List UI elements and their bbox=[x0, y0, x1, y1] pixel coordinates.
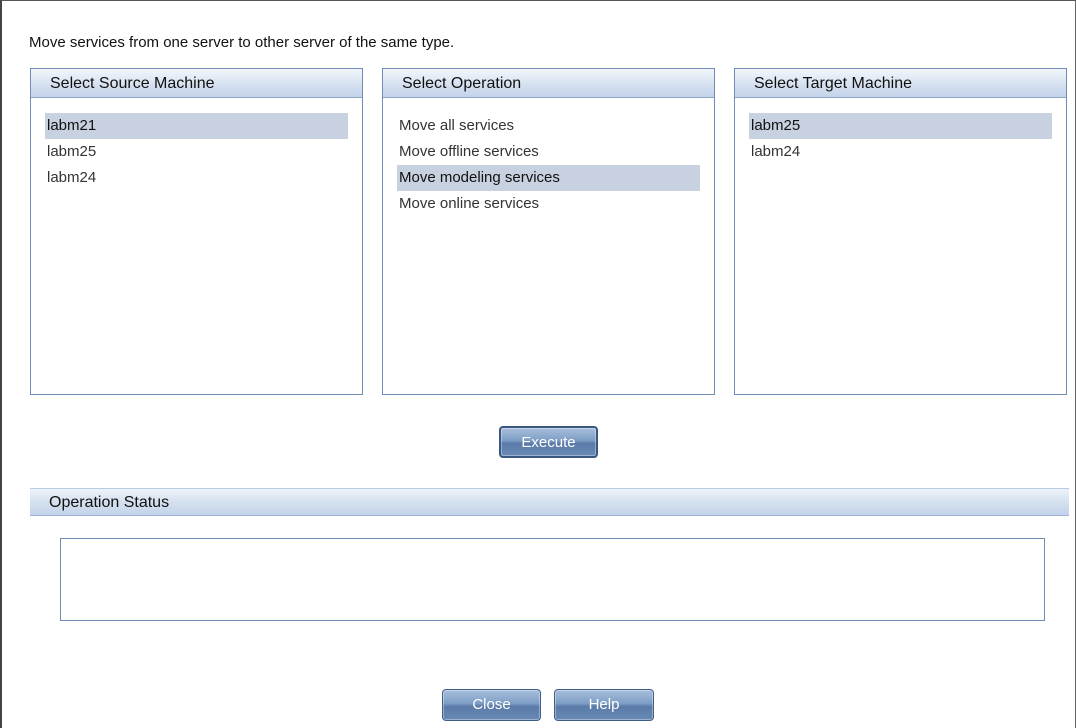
operation-header: Select Operation bbox=[383, 69, 714, 98]
source-machine-panel: Select Source Machine labm21 labm25 labm… bbox=[30, 68, 363, 395]
source-machine-list[interactable]: labm21 labm25 labm24 bbox=[31, 98, 362, 191]
source-machine-item[interactable]: labm21 bbox=[45, 113, 348, 139]
close-button[interactable]: Close bbox=[442, 689, 541, 721]
description-text: Move services from one server to other s… bbox=[29, 34, 455, 51]
operation-status-header: Operation Status bbox=[30, 488, 1069, 516]
operation-status-box bbox=[60, 538, 1045, 621]
operation-item[interactable]: Move all services bbox=[397, 113, 700, 139]
execute-button[interactable]: Execute bbox=[499, 426, 598, 458]
operation-list[interactable]: Move all services Move offline services … bbox=[383, 98, 714, 217]
help-button[interactable]: Help bbox=[554, 689, 654, 721]
operation-item[interactable]: Move modeling services bbox=[397, 165, 700, 191]
operation-item[interactable]: Move offline services bbox=[397, 139, 700, 165]
target-machine-item[interactable]: labm24 bbox=[749, 139, 1052, 165]
source-machine-item[interactable]: labm24 bbox=[45, 165, 348, 191]
operation-item[interactable]: Move online services bbox=[397, 191, 700, 217]
target-machine-panel: Select Target Machine labm25 labm24 bbox=[734, 68, 1067, 395]
target-machine-item[interactable]: labm25 bbox=[749, 113, 1052, 139]
target-machine-list[interactable]: labm25 labm24 bbox=[735, 98, 1066, 165]
source-machine-header: Select Source Machine bbox=[31, 69, 362, 98]
operation-panel: Select Operation Move all services Move … bbox=[382, 68, 715, 395]
dialog-frame: Move services from one server to other s… bbox=[0, 0, 1076, 728]
target-machine-header: Select Target Machine bbox=[735, 69, 1066, 98]
source-machine-item[interactable]: labm25 bbox=[45, 139, 348, 165]
